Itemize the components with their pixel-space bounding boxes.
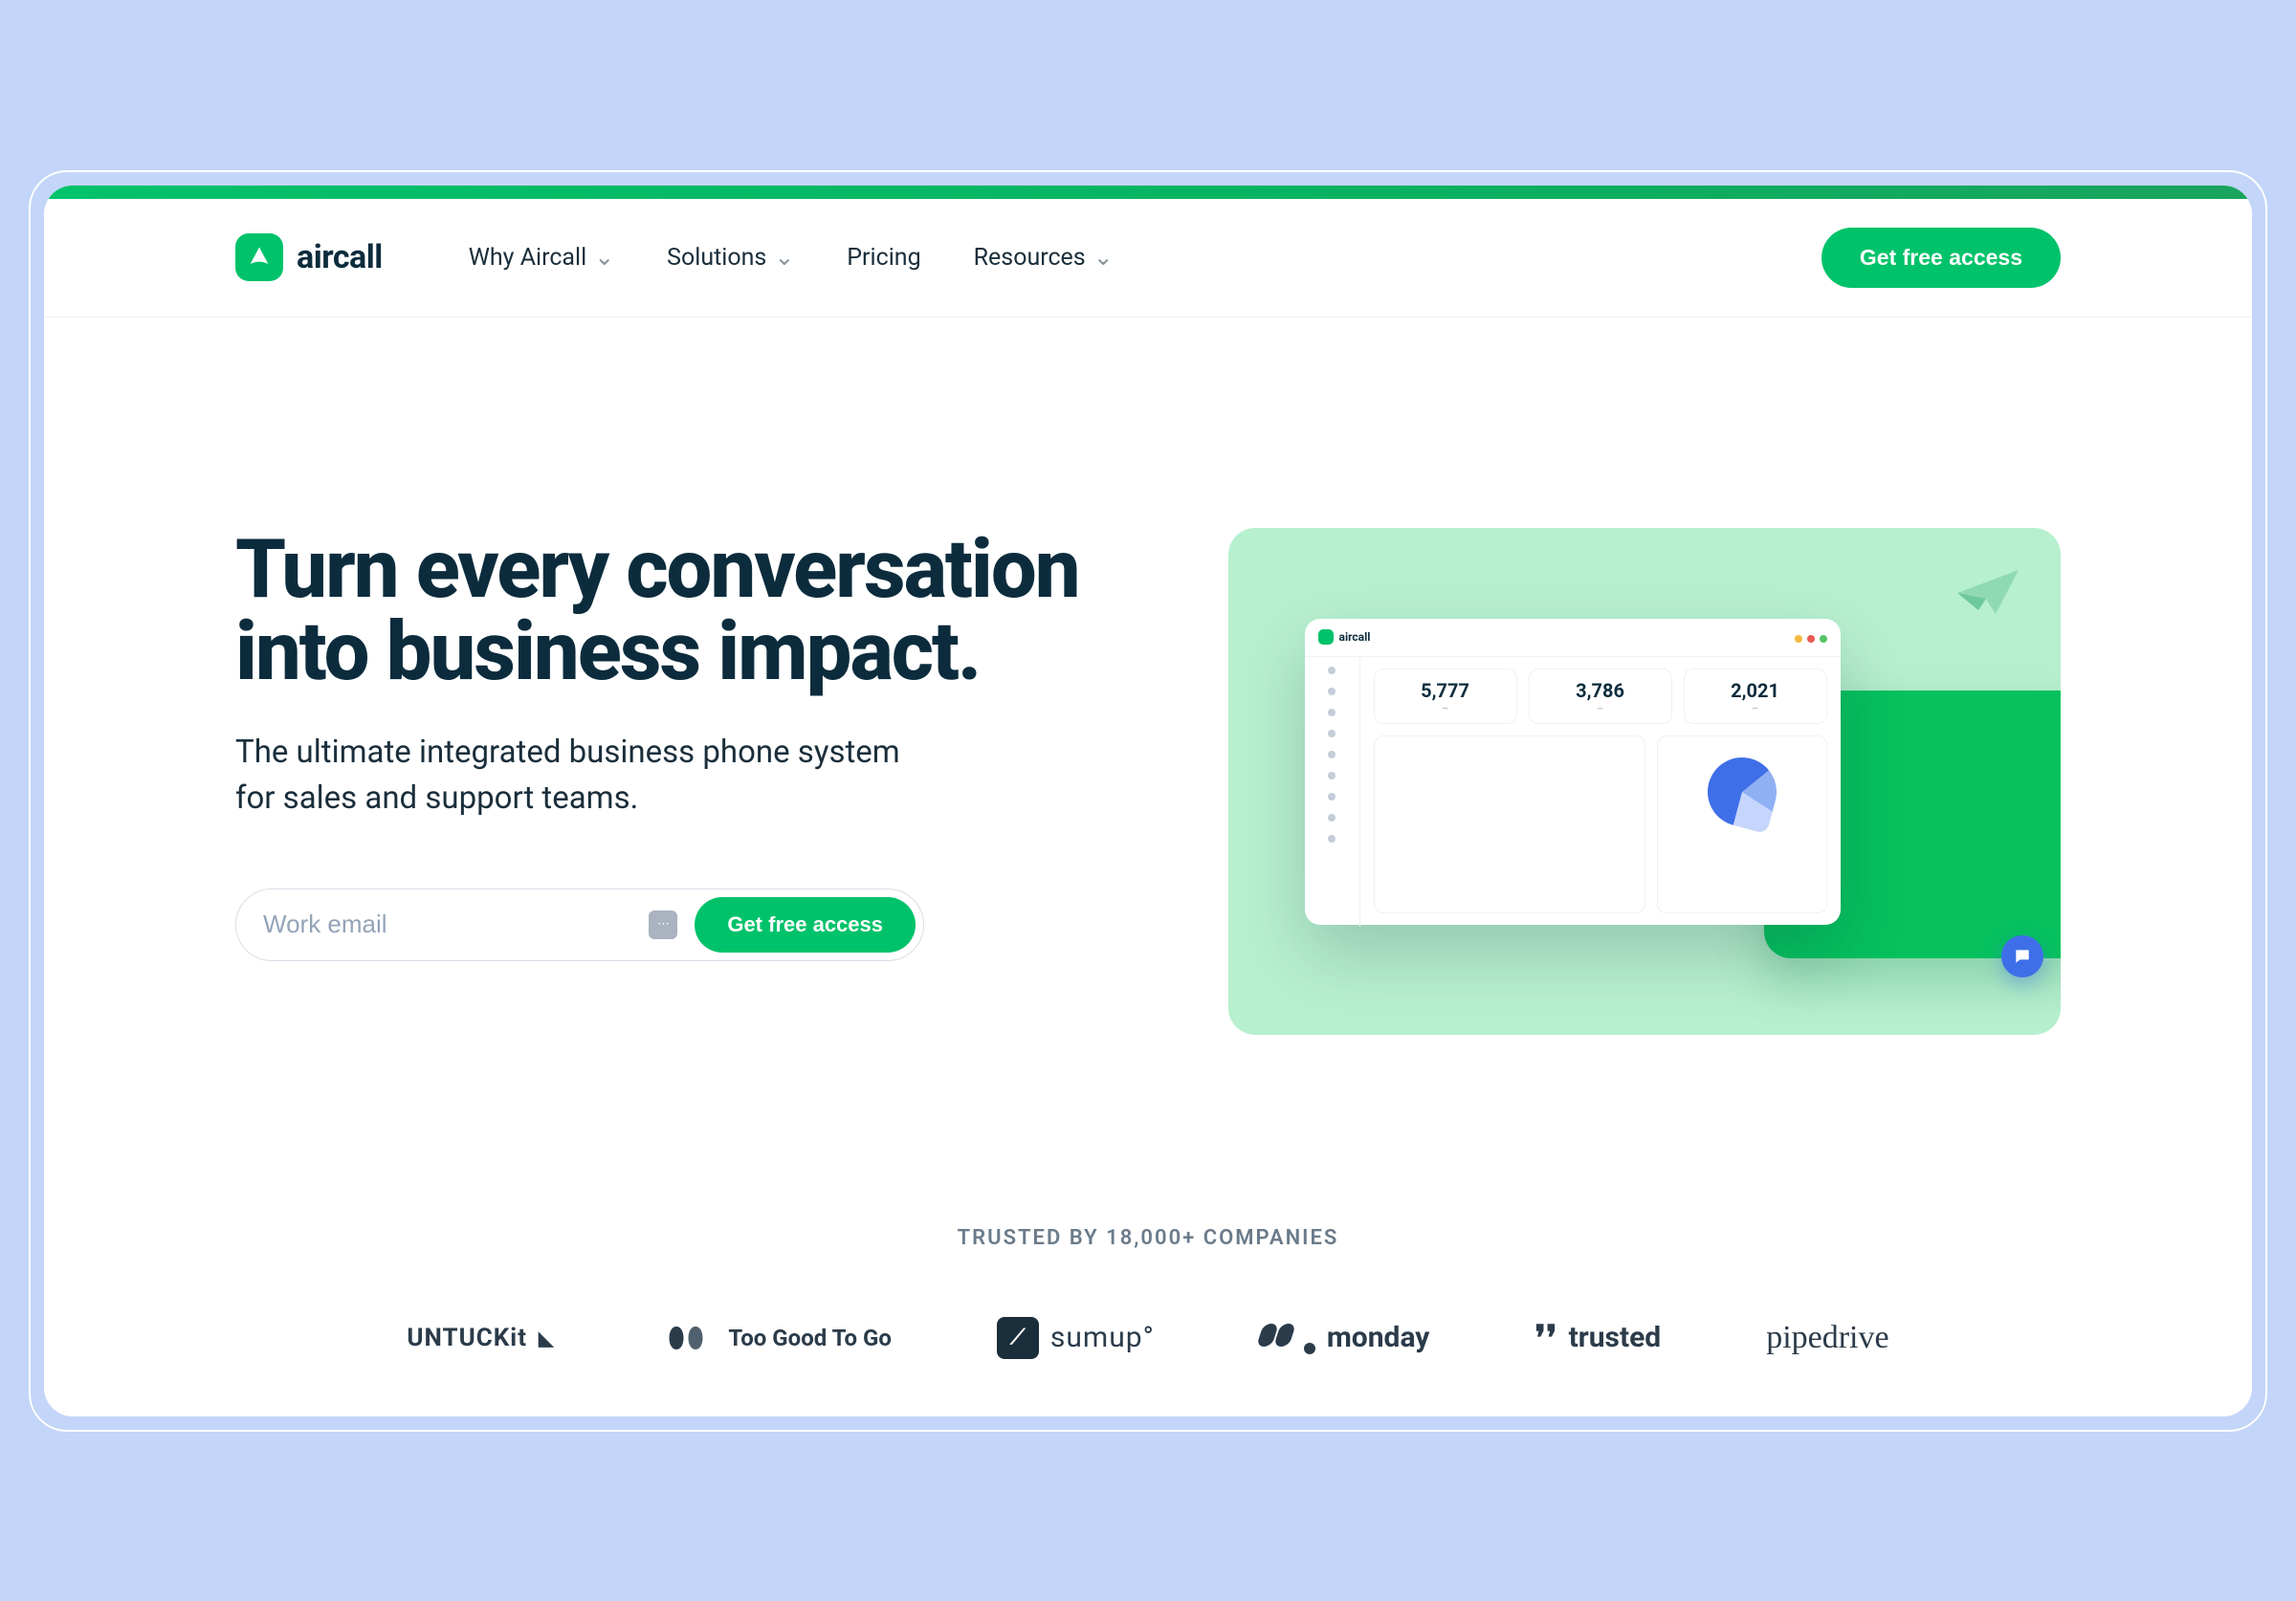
top-accent-bar xyxy=(44,186,2252,199)
header-cta-button[interactable]: Get free access xyxy=(1821,228,2061,288)
chevron-down-icon: ⌄ xyxy=(774,243,794,272)
stat-card: 5,777— xyxy=(1374,669,1517,724)
chevron-down-icon: ⌄ xyxy=(594,243,614,272)
nav-item-label: Resources xyxy=(974,244,1086,272)
page-window: aircall Why Aircall ⌄ Solutions ⌄ Pricin… xyxy=(44,186,2252,1416)
hero-subhead: The ultimate integrated business phone s… xyxy=(235,730,924,822)
email-capture-form: ⋯ Get free access xyxy=(235,888,924,961)
brand-name: aircall xyxy=(297,238,383,276)
partner-logo-monday: monday xyxy=(1260,1321,1430,1354)
partner-logo-trusted: ❜❜ trusted xyxy=(1534,1321,1661,1354)
chevron-down-icon: ⌄ xyxy=(1093,243,1114,272)
nav-item-label: Pricing xyxy=(847,244,920,272)
work-email-input[interactable] xyxy=(263,910,649,939)
pie-chart-panel xyxy=(1657,735,1827,913)
nav-item-label: Why Aircall xyxy=(469,244,586,272)
stat-card: 2,021— xyxy=(1684,669,1827,724)
hero-copy: Turn every conversation into business im… xyxy=(235,528,1152,961)
device-frame: aircall Why Aircall ⌄ Solutions ⌄ Pricin… xyxy=(29,170,2267,1432)
nav-menu: Why Aircall ⌄ Solutions ⌄ Pricing Resour… xyxy=(469,243,1114,272)
stat-card: 3,786— xyxy=(1529,669,1672,724)
window-controls-icon xyxy=(1790,628,1827,647)
partner-logo-untuckit: UNTUCKit◣ xyxy=(407,1324,554,1352)
hero-section: Turn every conversation into business im… xyxy=(44,318,2252,1150)
nav-item-why[interactable]: Why Aircall ⌄ xyxy=(469,243,614,272)
primary-navbar: aircall Why Aircall ⌄ Solutions ⌄ Pricin… xyxy=(44,199,2252,318)
nav-item-pricing[interactable]: Pricing xyxy=(847,244,920,272)
paper-plane-icon xyxy=(1955,566,2022,618)
hero-illustration: aircall 5,777— 3,786— xyxy=(1228,528,2061,1035)
dashboard-brand: aircall xyxy=(1318,629,1371,645)
hero-headline: Turn every conversation into business im… xyxy=(235,528,1152,693)
brand-logo[interactable]: aircall xyxy=(235,233,383,281)
partner-logo-strip: UNTUCKit◣ Too Good To Go ⟋ sumup° monday… xyxy=(235,1317,2061,1359)
keyboard-hint-icon: ⋯ xyxy=(649,910,677,939)
partner-logo-toogoodtogo: Too Good To Go xyxy=(659,1319,891,1357)
dashboard-sidebar xyxy=(1305,657,1360,927)
trusted-by-label: TRUSTED BY 18,000+ COMPANIES xyxy=(235,1226,2061,1250)
dashboard-mock: aircall 5,777— 3,786— xyxy=(1305,619,1841,925)
brand-logo-icon xyxy=(235,233,283,281)
nav-item-solutions[interactable]: Solutions ⌄ xyxy=(667,243,794,272)
trusted-by-section: TRUSTED BY 18,000+ COMPANIES UNTUCKit◣ T… xyxy=(44,1150,2252,1416)
nav-item-label: Solutions xyxy=(667,244,766,272)
form-cta-button[interactable]: Get free access xyxy=(695,897,916,953)
partner-logo-pipedrive: pipedrive xyxy=(1766,1320,1888,1356)
stat-row: 5,777— 3,786— 2,021— xyxy=(1374,669,1827,724)
nav-item-resources[interactable]: Resources ⌄ xyxy=(974,243,1114,272)
pie-chart-icon xyxy=(1700,749,1784,833)
chat-bubble-icon xyxy=(2001,935,2043,977)
nav-left-group: aircall Why Aircall ⌄ Solutions ⌄ Pricin… xyxy=(235,233,1114,281)
bar-chart-panel xyxy=(1374,735,1645,913)
partner-logo-sumup: ⟋ sumup° xyxy=(997,1317,1155,1359)
